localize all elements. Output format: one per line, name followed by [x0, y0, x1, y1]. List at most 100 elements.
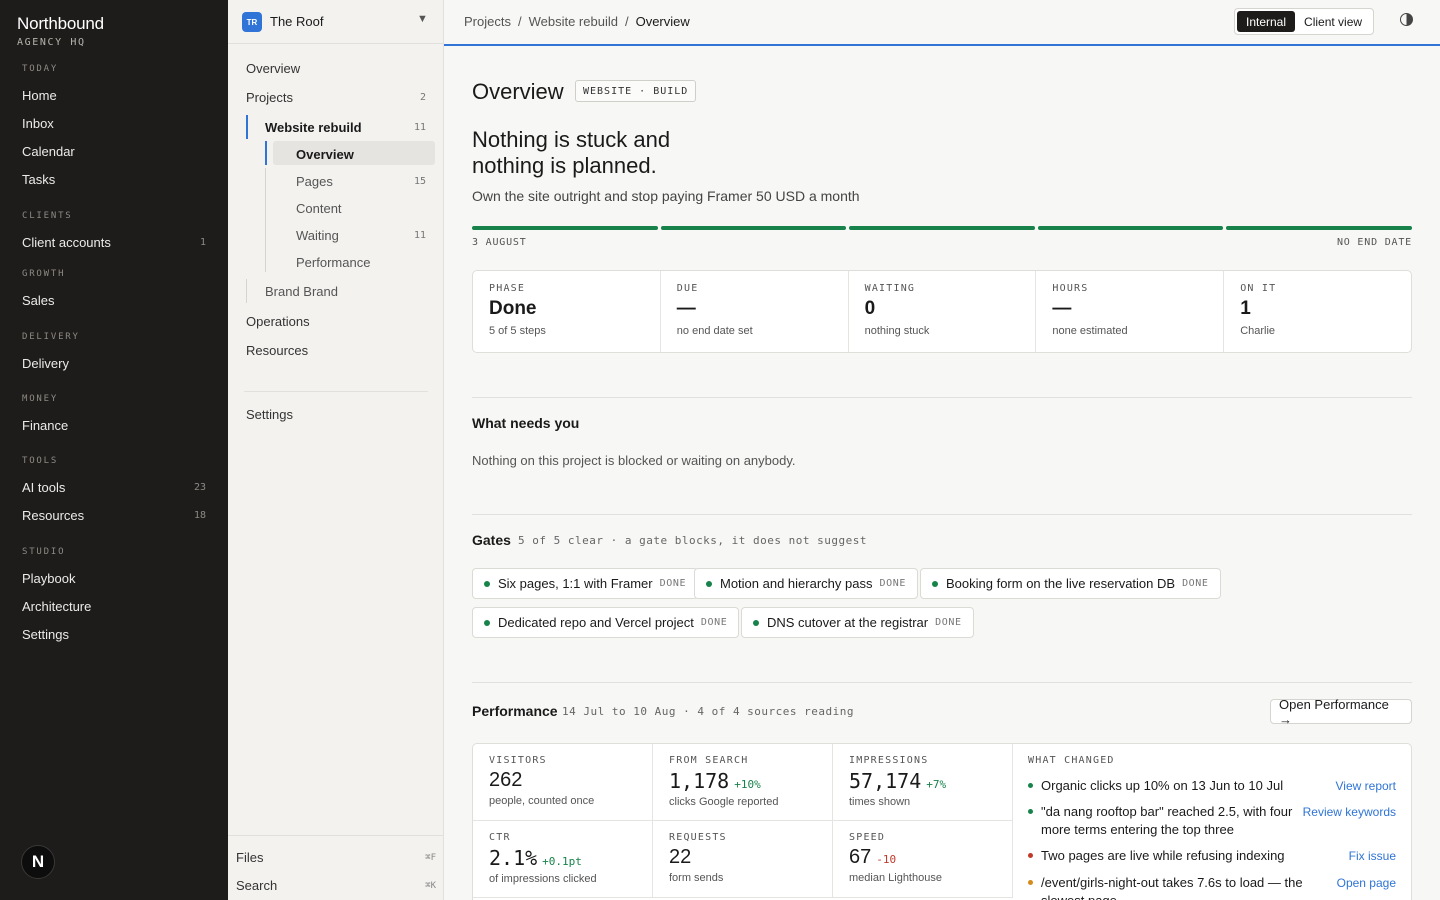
tree-item-label: Website rebuild — [265, 119, 362, 135]
kpi-label: FROM SEARCH — [669, 755, 749, 766]
change-text: Two pages are live while refusing indexi… — [1041, 848, 1285, 863]
stat-label: ON IT — [1240, 283, 1277, 294]
view-report-link[interactable]: View report — [1336, 777, 1396, 795]
gate-status: DONE — [700, 617, 728, 628]
nav-item-home[interactable]: Home — [22, 86, 206, 104]
avatar[interactable]: N — [21, 845, 55, 879]
gate-chip[interactable]: Dedicated repo and Vercel project DONE — [472, 607, 740, 638]
gate-status: DONE — [659, 578, 687, 589]
kpi-delta: +0.1pt — [542, 855, 582, 868]
tree-item-projects[interactable]: Projects 2 — [246, 88, 426, 106]
tree-item-resources[interactable]: Resources — [246, 341, 426, 359]
stat-label: DUE — [676, 283, 699, 294]
nav-item-client-accounts[interactable]: Client accounts 1 — [22, 233, 206, 251]
nav-item-label: Calendar — [22, 143, 75, 159]
tree-item-overview[interactable]: Overview — [246, 59, 426, 77]
nav-item-tasks[interactable]: Tasks — [22, 170, 206, 188]
tree-item-label: Projects — [246, 89, 293, 105]
gate-chip[interactable]: Motion and hierarchy pass DONE — [694, 568, 918, 599]
nav-item-count: 1 — [199, 236, 206, 248]
tree-item-performance[interactable]: Performance — [296, 253, 426, 271]
tree-item-count: 11 — [413, 229, 426, 241]
breadcrumb-separator: / — [624, 14, 629, 29]
search-button[interactable]: Search ⌘K — [236, 878, 436, 893]
tree-item-label: Content — [296, 200, 342, 216]
nav-item-label: Delivery — [22, 355, 69, 371]
change-item: Organic clicks up 10% on 13 Jun to 10 Ju… — [1028, 777, 1396, 797]
open-performance-button[interactable]: Open Performance → — [1270, 697, 1412, 727]
nav-item-ai-tools[interactable]: AI tools 23 — [22, 478, 206, 496]
nav-item-count: 23 — [193, 481, 206, 493]
kpi-ctr: CTR 2.1% +0.1pt of impressions clicked — [473, 821, 653, 898]
performance-title: Performance — [472, 703, 558, 719]
kpi-value: 262 — [489, 769, 523, 791]
section-clients: CLIENTS — [22, 211, 73, 221]
breadcrumb-project[interactable]: Website rebuild — [529, 14, 618, 29]
gate-label: Motion and hierarchy pass — [720, 576, 873, 591]
stat-label: WAITING — [864, 283, 916, 294]
divider — [472, 514, 1412, 515]
tree-item-sub-overview[interactable]: Overview — [296, 145, 426, 163]
stat-value: 0 — [864, 298, 876, 319]
tree-item-website-rebuild[interactable]: Website rebuild 11 — [265, 118, 426, 136]
contrast-icon[interactable] — [1400, 13, 1413, 26]
kpi-label: CTR — [489, 832, 511, 843]
tree-item-operations[interactable]: Operations — [246, 312, 426, 330]
nav-item-inbox[interactable]: Inbox — [22, 114, 206, 132]
tree-item-brand-brand[interactable]: Brand Brand — [265, 282, 426, 300]
kpi-value: 57,174 — [849, 769, 922, 793]
what-changed-panel: WHAT CHANGED Organic clicks up 10% on 13… — [1012, 744, 1411, 900]
workspace-badge: TR — [242, 12, 262, 32]
breadcrumb-projects[interactable]: Projects — [464, 14, 511, 29]
progress-segment — [472, 226, 658, 230]
nav-item-label: Settings — [22, 626, 69, 642]
nav-item-calendar[interactable]: Calendar — [22, 142, 206, 160]
nav-item-sales[interactable]: Sales — [22, 291, 206, 309]
tree-item-pages[interactable]: Pages 15 — [296, 172, 426, 190]
tree-item-settings[interactable]: Settings — [246, 405, 426, 423]
review-keywords-link[interactable]: Review keywords — [1303, 803, 1396, 821]
status-dot — [484, 580, 490, 587]
nav-item-architecture[interactable]: Architecture — [22, 597, 206, 615]
workspace-switcher[interactable]: TR The Roof ▼ — [228, 0, 443, 44]
stat-value: — — [676, 298, 696, 319]
section-tools: TOOLS — [22, 456, 59, 466]
nav-item-resources[interactable]: Resources 18 — [22, 506, 206, 524]
tree-item-content[interactable]: Content — [296, 199, 426, 217]
gate-chip[interactable]: DNS cutover at the registrar DONE — [741, 607, 974, 638]
kpi-sub: times shown — [849, 796, 911, 808]
tree-item-label: Brand Brand — [265, 283, 338, 299]
kpi-delta: +10% — [734, 778, 761, 791]
open-page-link[interactable]: Open page — [1337, 874, 1396, 892]
fix-issue-link[interactable]: Fix issue — [1349, 847, 1396, 865]
view-client-button[interactable]: Client view — [1295, 11, 1371, 32]
nav-item-settings[interactable]: Settings — [22, 625, 206, 643]
gate-chip[interactable]: Booking form on the live reservation DB D… — [920, 568, 1221, 599]
section-delivery: DELIVERY — [22, 332, 80, 342]
performance-panel: VISITORS 262 people, counted once FROM S… — [472, 743, 1412, 900]
start-date: 3 AUGUST — [472, 237, 527, 248]
nav-item-finance[interactable]: Finance — [22, 416, 206, 434]
nav-item-label: Sales — [22, 292, 55, 308]
tree-item-label: Pages — [296, 173, 333, 189]
section-growth: GROWTH — [22, 269, 66, 279]
tree-item-label: Waiting — [296, 227, 339, 243]
gate-chip[interactable]: Six pages, 1:1 with Framer DONE — [472, 568, 699, 599]
brand-name[interactable]: Northbound — [17, 14, 104, 34]
files-button[interactable]: Files ⌘F — [236, 850, 436, 865]
kpi-sub: of impressions clicked — [489, 873, 597, 885]
chevron-down-icon[interactable]: ▼ — [417, 13, 428, 25]
tree-item-label: Operations — [246, 313, 310, 329]
stat-value: 1 — [1240, 298, 1251, 319]
nav-item-delivery[interactable]: Delivery — [22, 354, 206, 372]
divider — [472, 682, 1412, 683]
progress-segment — [1226, 226, 1412, 230]
nav-item-playbook[interactable]: Playbook — [22, 569, 206, 587]
tree-item-waiting[interactable]: Waiting 11 — [296, 226, 426, 244]
change-status-dot — [1028, 880, 1033, 885]
view-internal-button[interactable]: Internal — [1237, 11, 1296, 32]
tree-item-label: Settings — [246, 406, 293, 422]
gate-status: DONE — [1182, 578, 1209, 589]
files-label: Files — [236, 850, 264, 865]
kpi-from-search: FROM SEARCH 1,178 +10% clicks Google repo… — [653, 744, 833, 821]
